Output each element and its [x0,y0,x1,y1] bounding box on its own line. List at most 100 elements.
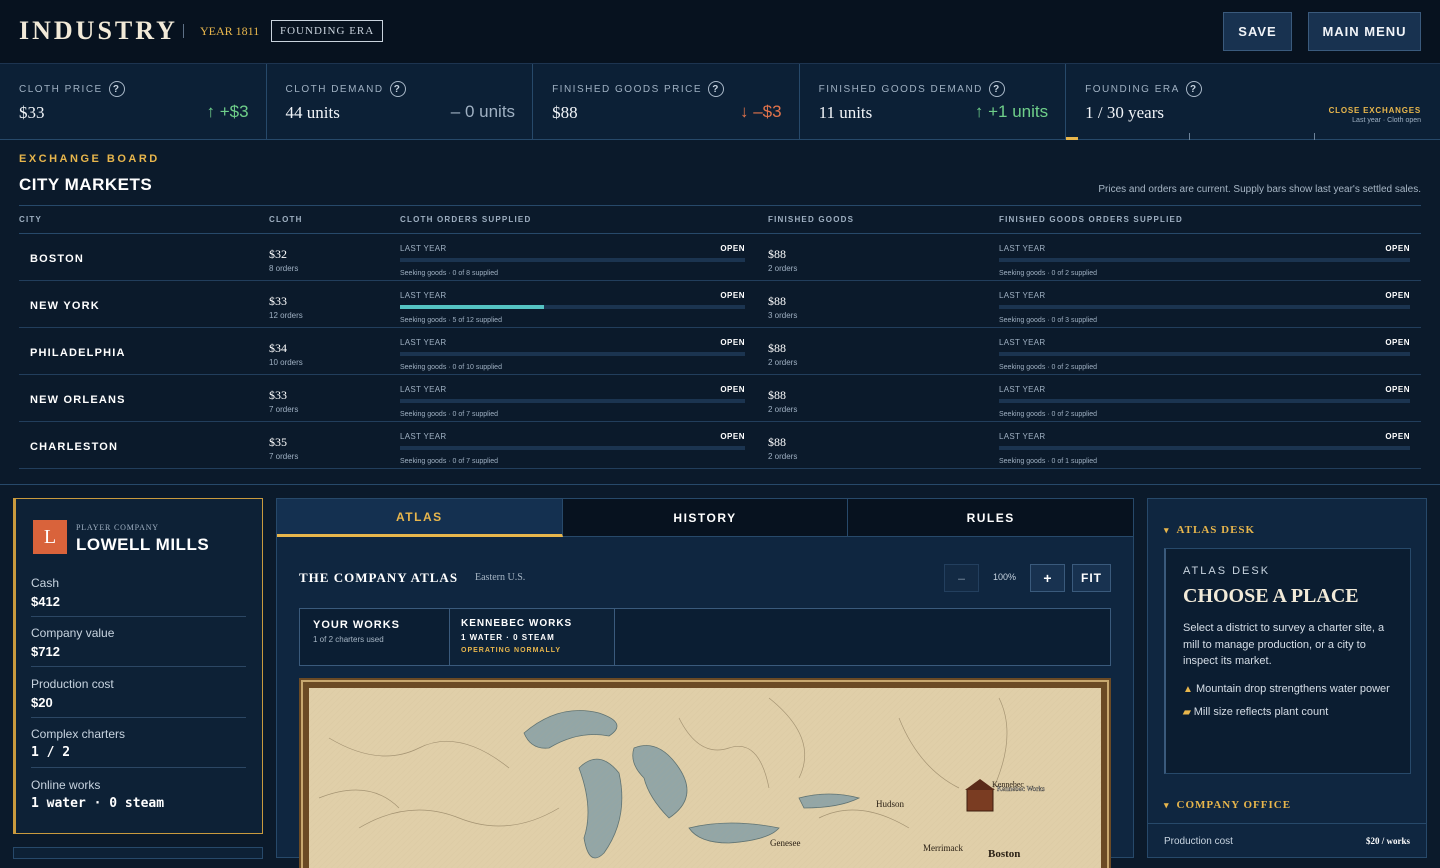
stat-delta: ↑ +1 units [974,102,1049,121]
market-row[interactable]: PHILADELPHIA $34 10 orders LAST YEAR OPE… [19,327,1421,375]
cloth-orders: 7 orders [269,405,299,414]
company-office-section-toggle[interactable]: COMPANY OFFICE [1164,799,1291,811]
supply-meter: LAST YEAR OPEN Seeking goods · 0 of 1 su… [999,432,1410,465]
column-header: FINISHED GOODS [768,205,999,234]
cloth-cell: $34 10 orders [269,327,400,375]
last-year-label: LAST YEAR [400,385,447,394]
help-icon[interactable]: ? [988,81,1005,97]
mountain-triangle-icon: ▲ [1183,683,1193,695]
market-row[interactable]: NEW ORLEANS $33 7 orders LAST YEAR OPEN … [19,374,1421,422]
board-title: CITY MARKETS [19,175,153,194]
city-name: BOSTON [19,233,269,281]
tab-history[interactable]: HISTORY [562,499,849,537]
finished-goods-supply-cell: LAST YEAR OPEN Seeking goods · 0 of 3 su… [999,280,1421,328]
cloth-price: $34 [269,341,287,355]
supply-text: Seeking goods · 0 of 2 supplied [999,270,1098,277]
divider [1148,823,1426,824]
supply-meter: LAST YEAR OPEN Seeking goods · 0 of 2 su… [999,244,1410,277]
cloth-supply-cell: LAST YEAR OPEN Seeking goods · 0 of 7 su… [400,374,768,422]
production-cost-value: $20 / works [1365,836,1410,846]
company-stat: Production cost $20 [31,668,246,718]
works-strip: YOUR WORKS 1 of 2 charters used KENNEBEC… [299,608,1111,666]
last-year-label: LAST YEAR [999,338,1046,347]
last-year-label: LAST YEAR [999,244,1046,253]
help-icon[interactable]: ? [108,81,125,97]
fit-button[interactable]: FIT [1072,564,1111,592]
open-status: OPEN [1385,385,1410,394]
mill-size-icon: ▰ [1183,706,1191,718]
company-name: LOWELL MILLS [76,535,210,554]
cloth-price: $32 [269,247,287,261]
help-icon[interactable]: ? [1185,81,1202,97]
city-name: CHARLESTON [19,421,269,469]
supply-meter: LAST YEAR OPEN Seeking goods · 0 of 3 su… [999,291,1410,324]
cloth-supply-cell: LAST YEAR OPEN Seeking goods · 0 of 8 su… [400,233,768,281]
city-name: NEW YORK [19,280,269,328]
supply-bar [400,305,745,309]
last-year-label: LAST YEAR [999,432,1046,441]
company-stat-label: Production cost [31,677,114,691]
stat-value: 11 units [818,103,873,122]
city-name: PHILADELPHIA [19,327,269,375]
stat-value: $33 [19,103,45,122]
supply-bar [999,258,1410,262]
stat-founding-era: FOUNDING ERA? 1 / 30 years CLOSE EXCHANG… [1066,64,1440,140]
company-stat-label: Company value [31,626,115,640]
cloth-orders: 8 orders [269,264,299,273]
atlas-tabs: ATLAS HISTORY RULES [277,499,1134,537]
cloth-orders: 10 orders [269,358,303,367]
supply-bar [999,446,1410,450]
company-stat-value: $20 [31,695,53,710]
atlas-desk-section-toggle[interactable]: ATLAS DESK [1164,524,1255,536]
help-icon[interactable]: ? [389,81,406,97]
stat-cloth-price: CLOTH PRICE? $33 ↑ +$3 [0,64,267,140]
hint-text: Mountain drop strengthens water power [1195,682,1390,695]
tab-rules[interactable]: RULES [848,499,1134,537]
stat-finished-goods-demand: FINISHED GOODS DEMAND? 11 units ↑ +1 uni… [800,64,1067,140]
finished-goods-price: $88 [768,341,786,355]
stat-value: 44 units [285,103,340,122]
cloth-price: $33 [269,294,287,308]
last-year-label: LAST YEAR [400,291,447,300]
map-label-kennebec-works: Kennebec Works [997,785,1045,793]
market-row[interactable]: CHARLESTON $35 7 orders LAST YEAR OPEN S… [19,421,1421,469]
supply-bar [400,399,745,403]
main-menu-button[interactable]: MAIN MENU [1308,12,1421,51]
hint-mountain: ▲ Mountain drop strengthens water power [1183,678,1393,701]
stat-delta: ↓ –$3 [740,102,782,121]
atlas-title: THE COMPANY ATLAS [299,570,459,585]
stat-label: FINISHED GOODS DEMAND [818,83,983,95]
company-stat-label: Cash [31,576,60,590]
company-badge: L [33,520,67,554]
stat-value: $88 [552,103,578,122]
atlas-map[interactable]: Hudson Genesee Merrimack Boston Kennebec… [299,678,1111,868]
era-tick [1314,133,1316,140]
cloth-orders: 12 orders [269,311,303,320]
save-button[interactable]: SAVE [1223,12,1292,51]
supply-text: Seeking goods · 0 of 10 supplied [400,364,502,371]
finished-goods-supply-cell: LAST YEAR OPEN Seeking goods · 0 of 2 su… [999,327,1421,375]
supply-meter: LAST YEAR OPEN Seeking goods · 0 of 8 su… [400,244,745,277]
production-cost-label: Production cost [1164,836,1233,847]
help-icon[interactable]: ? [708,81,725,97]
company-stat: Cash $412 [31,567,246,617]
terrain-hatch [309,688,1101,868]
cloth-price: $33 [269,388,287,402]
finished-goods-supply-cell: LAST YEAR OPEN Seeking goods · 0 of 1 su… [999,421,1421,469]
supply-bar [999,305,1410,309]
stat-cloth-demand: CLOTH DEMAND? 44 units – 0 units [267,64,534,140]
mill-card-kennebec[interactable]: KENNEBEC WORKS 1 WATER · 0 STEAM OPERATI… [450,609,615,665]
stat-finished-goods-price: FINISHED GOODS PRICE? $88 ↓ –$3 [533,64,800,140]
open-status: OPEN [720,432,745,441]
cloth-cell: $32 8 orders [269,233,400,281]
zoom-in-button[interactable]: + [1030,564,1065,592]
zoom-out-button[interactable]: – [944,564,979,592]
divider [183,24,184,38]
map-label-boston: Boston [988,848,1020,860]
market-row[interactable]: BOSTON $32 8 orders LAST YEAR OPEN Seeki… [19,233,1421,281]
tab-atlas[interactable]: ATLAS [277,499,563,537]
open-status: OPEN [1385,432,1410,441]
market-row[interactable]: NEW YORK $33 12 orders LAST YEAR OPEN Se… [19,280,1421,328]
zoom-level: 100% [993,572,1017,582]
column-header: FINISHED GOODS ORDERS SUPPLIED [999,205,1421,234]
